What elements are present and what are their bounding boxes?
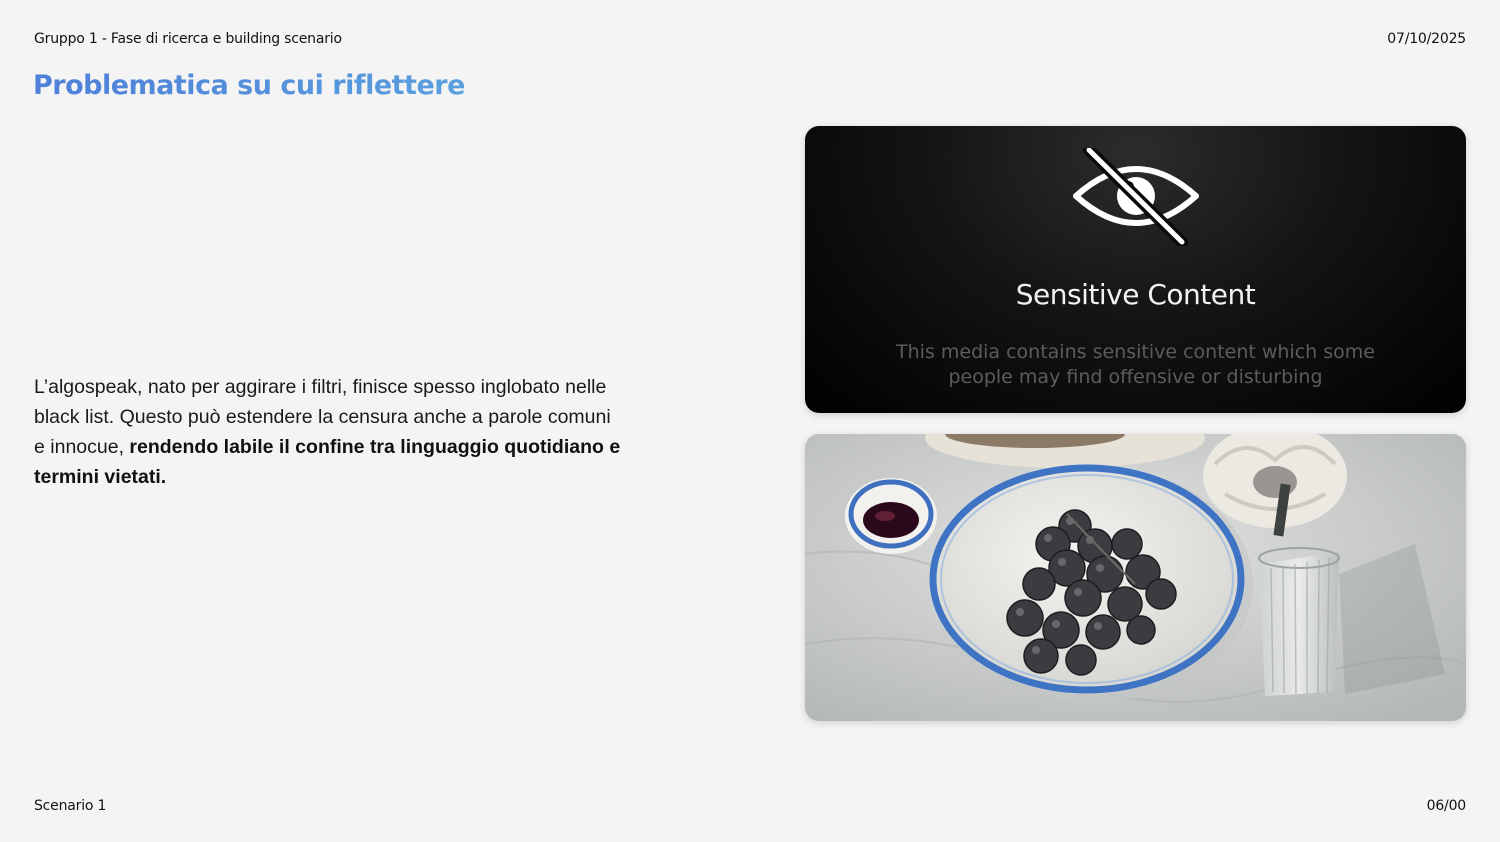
page-title: Problematica su cui riflettere — [33, 70, 465, 101]
photo-grapes-wine-illustration — [805, 434, 1466, 721]
eye-slash-icon — [1073, 148, 1199, 246]
page-number: 06/00 — [1426, 798, 1467, 814]
scenario-label: Scenario 1 — [34, 798, 107, 814]
slide: Gruppo 1 - Fase di ricerca e building sc… — [0, 0, 1500, 842]
sensitive-content-card[interactable]: Sensitive Content This media contains se… — [805, 126, 1466, 413]
still-life-photo — [805, 434, 1466, 721]
body-paragraph: L’algospeak, nato per aggirare i filtri,… — [34, 372, 624, 492]
sensitive-content-title: Sensitive Content — [1015, 278, 1256, 311]
group-label: Gruppo 1 - Fase di ricerca e building sc… — [34, 31, 342, 47]
sensitive-content-description: This media contains sensitive content wh… — [896, 341, 1375, 388]
date-label: 07/10/2025 — [1387, 31, 1466, 47]
